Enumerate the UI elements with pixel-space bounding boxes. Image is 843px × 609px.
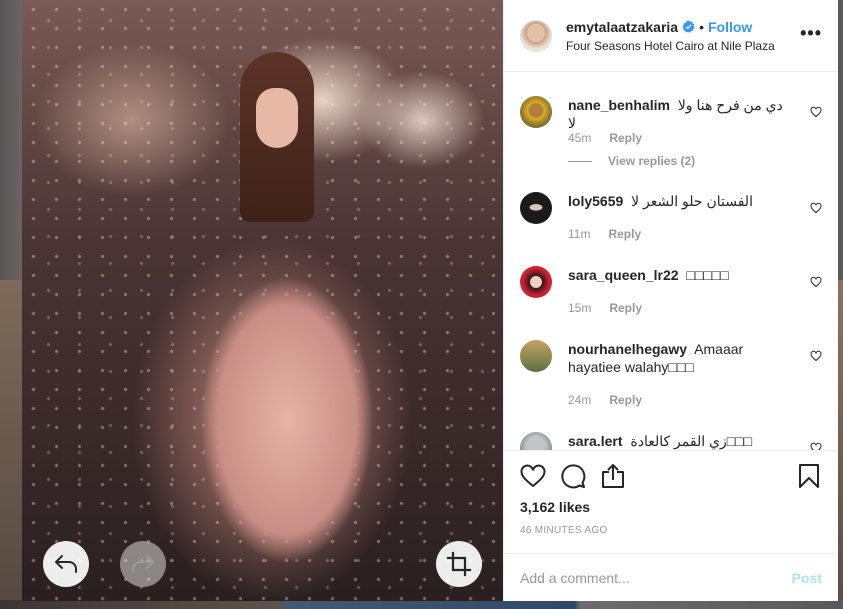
reply-button[interactable]: Reply <box>609 131 642 145</box>
verified-badge-icon <box>682 20 695 33</box>
commenter-username[interactable]: sara_queen_lr22 <box>568 267 679 283</box>
reply-button[interactable]: Reply <box>609 393 642 407</box>
view-replies-button[interactable]: View replies (2) <box>568 154 695 168</box>
commenter-avatar[interactable] <box>520 432 552 450</box>
follow-button[interactable]: Follow <box>708 19 752 35</box>
post-photo[interactable] <box>22 0 503 601</box>
comment-text: زي القمر كالعادة□□□ <box>630 433 753 449</box>
background-thumbnails-bottom <box>0 600 843 609</box>
author-avatar[interactable] <box>520 19 552 52</box>
post-side-panel: emytalaatzakaria • Follow Four Seasons H… <box>503 0 838 601</box>
comment-time[interactable]: 15m <box>568 301 591 315</box>
post-button[interactable]: Post <box>792 570 822 586</box>
background-thumbnail-left <box>0 280 22 600</box>
more-options-button[interactable]: ••• <box>800 24 822 42</box>
commenter-username[interactable]: sara.lert <box>568 433 622 449</box>
reply-button[interactable]: Reply <box>608 227 641 241</box>
small-heart-icon[interactable] <box>810 276 822 288</box>
small-heart-icon[interactable] <box>810 442 822 450</box>
comment-text: الفستان حلو الشعر لا <box>631 193 753 209</box>
commenter-username[interactable]: loly5659 <box>568 193 623 209</box>
reply-button[interactable]: Reply <box>609 301 642 315</box>
share-icon[interactable] <box>600 463 626 489</box>
small-heart-icon[interactable] <box>810 202 822 214</box>
view-replies-label: View replies (2) <box>608 154 696 168</box>
commenter-username[interactable]: nourhanelhegawy <box>568 341 687 357</box>
post-location[interactable]: Four Seasons Hotel Cairo at Nile Plaza <box>566 39 775 53</box>
commenter-avatar[interactable] <box>520 340 552 372</box>
post-actions: 3,162 likes 46 MINUTES AGO <box>504 450 838 556</box>
comment-time[interactable]: 45m <box>568 131 591 145</box>
commenter-username[interactable]: nane_benhalim <box>568 97 670 113</box>
likes-count[interactable]: 3,162 likes <box>520 499 590 515</box>
photo-dress <box>172 200 402 580</box>
comment-time[interactable]: 24m <box>568 393 591 407</box>
crop-button[interactable] <box>436 541 482 587</box>
forward-arrow-icon <box>132 555 154 573</box>
comment-text: □□□□□ <box>686 267 729 283</box>
author-username[interactable]: emytalaatzakaria <box>566 19 678 35</box>
small-heart-icon[interactable] <box>810 106 822 118</box>
post-timestamp[interactable]: 46 MINUTES AGO <box>520 525 608 536</box>
background-thumbnail-right <box>838 280 843 600</box>
add-comment-bar: Post <box>504 553 838 601</box>
small-heart-icon[interactable] <box>810 350 822 362</box>
back-button[interactable] <box>43 541 89 587</box>
comment-time[interactable]: 11m <box>568 227 590 241</box>
comment-icon[interactable] <box>560 463 586 489</box>
bookmark-icon[interactable] <box>796 463 822 489</box>
header-separator: • <box>699 18 704 35</box>
post-modal: emytalaatzakaria • Follow Four Seasons H… <box>22 0 838 601</box>
post-header: emytalaatzakaria • Follow Four Seasons H… <box>504 0 838 72</box>
photo-figure-face <box>256 88 298 148</box>
commenter-avatar[interactable] <box>520 266 552 298</box>
back-arrow-icon <box>55 555 77 573</box>
forward-button[interactable] <box>120 541 166 587</box>
commenter-avatar[interactable] <box>520 96 552 128</box>
crop-icon <box>446 551 472 577</box>
comment-input[interactable] <box>520 569 792 586</box>
comments-list[interactable]: nane_benhalim دي من فرح هنا ولا لا 45m Re… <box>504 72 838 450</box>
commenter-avatar[interactable] <box>520 192 552 224</box>
heart-icon[interactable] <box>520 463 546 489</box>
